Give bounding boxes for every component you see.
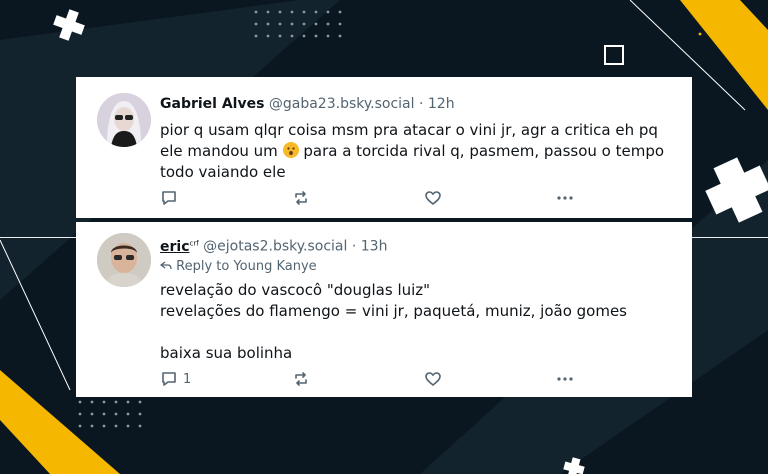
author-name[interactable]: ericcrf: [160, 239, 199, 255]
post-card[interactable]: ericcrf @ejotas2.bsky.social · 13h Reply…: [76, 222, 692, 397]
post-text-line: ele mandou um para a torcida rival q, pa…: [160, 141, 674, 162]
reply-button[interactable]: 1: [160, 369, 191, 389]
author-handle[interactable]: @gaba23.bsky.social: [269, 96, 415, 112]
post-header: Gabriel Alves @gaba23.bsky.social · 12h: [160, 94, 674, 114]
post-header: ericcrf @ejotas2.bsky.social · 13h: [160, 233, 674, 257]
repost-button[interactable]: [292, 369, 310, 389]
reply-arrow-icon: [159, 261, 172, 269]
post-text-line: [160, 322, 674, 343]
reply-to-text: Reply to Young Kanye: [176, 258, 317, 274]
post-actions: [160, 188, 590, 208]
post-text-line: baixa sua bolinha: [160, 343, 293, 362]
reply-icon: [162, 372, 176, 386]
more-icon: [557, 377, 573, 381]
like-icon: [425, 191, 441, 205]
post-text-fragment: para a torcida rival q, pasmem, passou o…: [303, 142, 665, 160]
post-actions: 1: [160, 369, 590, 389]
repost-icon: [295, 191, 307, 205]
post-text-line: revelações do flamengo = vini jr, paquet…: [160, 301, 627, 320]
avatar-image: [97, 93, 151, 147]
post-body: revelação do vascocô "douglas luiz" reve…: [160, 280, 674, 364]
reply-to-link[interactable]: Reply to Young Kanye: [159, 258, 674, 276]
post-time[interactable]: 13h: [361, 239, 388, 255]
separator-dot: ·: [351, 238, 357, 255]
reply-icon: [162, 191, 176, 205]
more-options-button[interactable]: [556, 188, 574, 208]
post-body: pior q usam qlqr coisa msm pra atacar o …: [160, 120, 674, 183]
author-handle[interactable]: @ejotas2.bsky.social: [203, 239, 347, 255]
avatar-image: [97, 233, 151, 287]
repost-icon: [295, 372, 307, 386]
post-time[interactable]: 12h: [428, 96, 455, 112]
post-text-line: pior q usam qlqr coisa msm pra atacar o …: [160, 121, 658, 139]
reply-button[interactable]: [160, 188, 178, 208]
like-icon: [425, 372, 441, 386]
author-name[interactable]: Gabriel Alves: [160, 96, 264, 112]
reply-count: 1: [183, 371, 192, 387]
post-card[interactable]: Gabriel Alves @gaba23.bsky.social · 12h …: [76, 77, 692, 218]
like-button[interactable]: [424, 188, 442, 208]
post-text-fragment: ele mandou um: [160, 142, 278, 160]
post-text-line: revelação do vascocô "douglas luiz": [160, 280, 431, 299]
avatar[interactable]: [97, 233, 151, 287]
more-options-button[interactable]: [556, 369, 574, 389]
hushed-face-emoji: [282, 142, 299, 158]
like-button[interactable]: [424, 369, 442, 389]
post-text-line: todo vaiando ele: [160, 163, 286, 181]
avatar[interactable]: [97, 93, 151, 147]
more-icon: [557, 196, 573, 200]
repost-button[interactable]: [292, 188, 310, 208]
separator-dot: ·: [418, 96, 424, 112]
author-flair: crf: [189, 239, 199, 247]
